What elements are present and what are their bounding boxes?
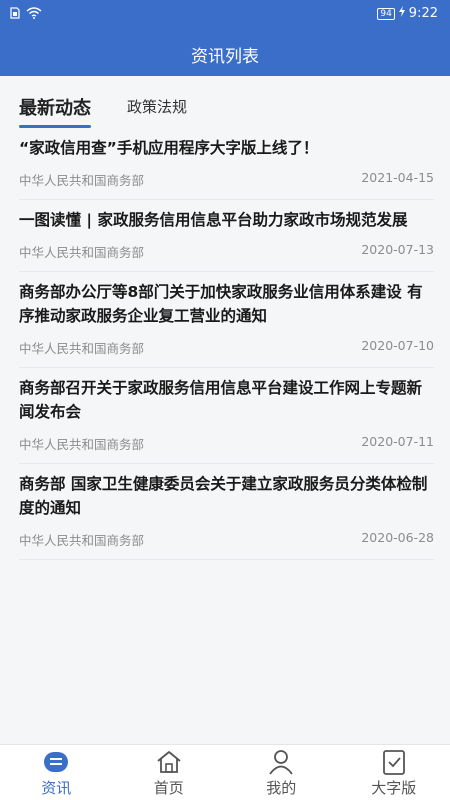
news-title: 商务部办公厅等8部门关于加快家政服务业信用体系建设 有序推动家政服务企业复工营业… xyxy=(19,283,423,325)
user-icon xyxy=(267,749,295,775)
bottom-nav: 资讯 首页 我的 大字版 xyxy=(0,744,450,800)
news-source: 中华人民共和国商务部 xyxy=(19,245,145,260)
battery-indicator: 94 xyxy=(377,7,395,20)
news-icon xyxy=(42,749,70,775)
news-title: 一图读懂 | 家政服务信用信息平台助力家政市场规范发展 xyxy=(19,211,408,229)
list-item[interactable]: “家政信用查”手机应用程序大字版上线了！ 中华人民共和国商务部 2021-04-… xyxy=(19,128,434,200)
title-bar: 资讯列表 xyxy=(0,30,450,76)
home-icon xyxy=(155,749,183,775)
nav-profile[interactable]: 我的 xyxy=(225,745,338,800)
tab-bar: 最新动态 政策法规 xyxy=(0,76,450,128)
news-title: 商务部 国家卫生健康委员会关于建立家政服务员分类体检制度的通知 xyxy=(19,475,428,517)
nav-news[interactable]: 资讯 xyxy=(0,745,113,800)
nav-home[interactable]: 首页 xyxy=(113,745,226,800)
news-source: 中华人民共和国商务部 xyxy=(19,341,145,356)
nav-large-font[interactable]: 大字版 xyxy=(338,745,450,800)
nav-label: 首页 xyxy=(153,779,184,797)
list-item[interactable]: 一图读懂 | 家政服务信用信息平台助力家政市场规范发展 中华人民共和国商务部 2… xyxy=(19,200,434,272)
list-item[interactable]: 商务部召开关于家政服务信用信息平台建设工作网上专题新闻发布会 中华人民共和国商务… xyxy=(19,368,434,464)
news-title: 商务部召开关于家政服务信用信息平台建设工作网上专题新闻发布会 xyxy=(19,379,423,421)
list-item[interactable]: 商务部办公厅等8部门关于加快家政服务业信用体系建设 有序推动家政服务企业复工营业… xyxy=(19,272,434,368)
sim-icon xyxy=(10,7,20,23)
status-bar: 94 9:22 xyxy=(0,0,450,30)
page-title: 资讯列表 xyxy=(191,47,259,67)
news-source: 中华人民共和国商务部 xyxy=(19,437,145,452)
large-font-icon xyxy=(380,749,408,775)
tab-label: 政策法规 xyxy=(127,98,188,116)
tab-label: 最新动态 xyxy=(19,98,91,119)
news-source: 中华人民共和国商务部 xyxy=(19,173,145,188)
tab-latest-news[interactable]: 最新动态 xyxy=(19,94,91,128)
nav-label: 大字版 xyxy=(371,779,417,797)
news-date: 2020-07-13 xyxy=(361,242,434,257)
news-source: 中华人民共和国商务部 xyxy=(19,533,145,548)
tab-policies[interactable]: 政策法规 xyxy=(127,96,187,117)
news-list: “家政信用查”手机应用程序大字版上线了！ 中华人民共和国商务部 2021-04-… xyxy=(19,128,434,560)
news-date: 2020-07-11 xyxy=(361,434,434,449)
clock: 9:22 xyxy=(408,6,438,21)
nav-label: 我的 xyxy=(266,779,297,797)
news-date: 2021-04-15 xyxy=(361,170,434,185)
news-date: 2020-06-28 xyxy=(361,530,434,545)
news-date: 2020-07-10 xyxy=(361,338,434,353)
list-item[interactable]: 商务部 国家卫生健康委员会关于建立家政服务员分类体检制度的通知 中华人民共和国商… xyxy=(19,464,434,560)
wifi-icon xyxy=(26,7,42,23)
nav-label: 资讯 xyxy=(41,779,72,797)
news-title: “家政信用查”手机应用程序大字版上线了！ xyxy=(19,139,319,157)
charging-icon xyxy=(398,6,405,21)
